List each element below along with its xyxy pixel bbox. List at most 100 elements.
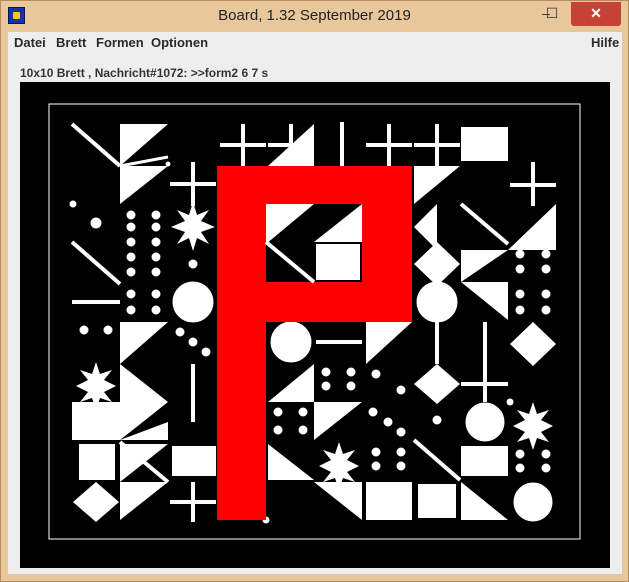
triangle-shape <box>120 322 168 364</box>
dot-shape <box>298 425 308 435</box>
dot-shape <box>506 398 514 406</box>
maximize-button[interactable]: ☐ <box>537 2 567 26</box>
dot-shape <box>201 347 211 357</box>
dot-shape <box>515 305 525 315</box>
menu-hilfe[interactable]: Hilfe <box>591 35 619 50</box>
close-button[interactable]: ✕ <box>571 2 621 26</box>
dot-shape <box>151 252 161 262</box>
rectangle-shape <box>366 482 412 520</box>
square-shape <box>79 444 115 480</box>
dot-shape <box>126 305 136 315</box>
menu-bar: Datei Brett Formen Optionen Hilfe <box>8 32 622 54</box>
circle-shape <box>416 281 458 323</box>
triangle-shape <box>314 204 362 242</box>
square-shape <box>418 484 456 518</box>
triangle-shape <box>461 250 508 282</box>
dot-shape <box>541 305 551 315</box>
diagonal-line-shape <box>264 240 316 284</box>
dot-shape <box>188 337 198 347</box>
dot-shape <box>541 249 551 259</box>
diagonal-line-shape <box>459 202 510 246</box>
triangle-shape <box>461 282 508 320</box>
dot-shape <box>346 367 356 377</box>
dot-shape <box>371 447 381 457</box>
dot-shape <box>175 327 185 337</box>
diamond-shape <box>73 482 119 522</box>
star-shape <box>513 402 553 450</box>
dot-shape <box>188 259 198 269</box>
dot-shape <box>515 249 525 259</box>
dot-shape <box>371 369 381 379</box>
triangle-shape <box>414 204 437 250</box>
title-bar[interactable]: Board, 1.32 September 2019 ‒ ☐ ✕ <box>1 1 628 31</box>
dot-shape <box>515 463 525 473</box>
circle-shape <box>465 402 505 442</box>
dot-shape <box>298 407 308 417</box>
diamond-shape <box>414 242 460 286</box>
diagonal-line-shape <box>412 438 462 482</box>
circle-shape <box>513 482 553 522</box>
dot-shape <box>151 237 161 247</box>
dot-shape <box>79 325 89 335</box>
menu-formen[interactable]: Formen <box>96 35 144 50</box>
menu-brett[interactable]: Brett <box>56 35 86 50</box>
dot-shape <box>151 222 161 232</box>
dot-shape <box>541 449 551 459</box>
triangle-shape <box>120 482 168 520</box>
dot-shape <box>126 252 136 262</box>
dot-shape <box>515 289 525 299</box>
triangle-shape <box>266 204 314 244</box>
dot-shape <box>396 385 406 395</box>
dot-shape <box>273 425 283 435</box>
dot-shape <box>90 217 102 229</box>
triangle-shape <box>314 402 362 440</box>
dot-shape <box>396 447 406 457</box>
dot-shape <box>151 289 161 299</box>
game-board[interactable] <box>20 82 610 568</box>
dot-shape <box>321 367 331 377</box>
circle-shape <box>270 321 312 363</box>
menu-optionen[interactable]: Optionen <box>151 35 208 50</box>
diamond-shape <box>414 364 460 404</box>
dot-shape <box>515 264 525 274</box>
content-panel: 10x10 Brett , Nachricht#1072: >>form2 6 … <box>8 54 622 574</box>
dot-shape <box>165 161 171 167</box>
dot-shape <box>541 463 551 473</box>
dot-shape <box>126 222 136 232</box>
square-shape <box>316 244 360 280</box>
rectangle-shape <box>72 402 120 440</box>
dot-shape <box>368 407 378 417</box>
rectangle-shape <box>461 446 508 476</box>
diamond-shape <box>510 322 556 366</box>
dot-shape <box>541 264 551 274</box>
triangle-shape <box>314 482 362 520</box>
dot-shape <box>432 415 442 425</box>
dot-shape <box>126 289 136 299</box>
dot-shape <box>396 461 406 471</box>
triangle-shape <box>508 204 556 250</box>
triangle-shape <box>366 322 412 364</box>
dot-shape <box>371 461 381 471</box>
dot-shape <box>126 210 136 220</box>
menu-datei[interactable]: Datei <box>14 35 46 50</box>
triangle-shape <box>268 364 314 402</box>
dot-shape <box>396 427 406 437</box>
dot-shape <box>126 237 136 247</box>
dot-shape <box>126 267 136 277</box>
triangle-shape <box>414 166 460 204</box>
dot-shape <box>103 325 113 335</box>
status-message: 10x10 Brett , Nachricht#1072: >>form2 6 … <box>20 66 269 80</box>
rectangle-shape <box>172 446 216 476</box>
triangle-shape <box>461 482 508 520</box>
dot-shape <box>151 305 161 315</box>
board-canvas[interactable] <box>20 82 610 568</box>
dot-shape <box>383 417 393 427</box>
circle-shape <box>172 281 214 323</box>
triangle-shape <box>120 166 168 204</box>
dot-shape <box>515 449 525 459</box>
dot-shape <box>346 381 356 391</box>
rectangle-shape <box>461 127 508 161</box>
dot-shape <box>541 289 551 299</box>
dot-shape <box>151 267 161 277</box>
diagonal-line-shape <box>70 122 122 168</box>
